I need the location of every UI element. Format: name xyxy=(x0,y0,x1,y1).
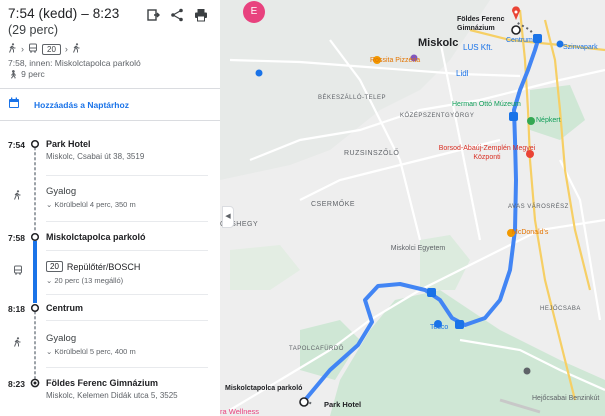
divider xyxy=(46,367,208,368)
map-label: Centrum xyxy=(506,37,533,44)
directions-panel: 7:54 (kedd) – 8:23 (29 perc) › 20 › 7:58… xyxy=(0,0,220,416)
map-label: KÖZÉPSZENTGYÖRGY xyxy=(400,113,475,119)
share-icon[interactable] xyxy=(170,8,184,22)
open-in-new-icon[interactable] xyxy=(146,8,160,22)
map-marker-e[interactable]: E xyxy=(243,1,265,23)
map-label: HEJŐCSABA xyxy=(540,306,581,312)
walk-icon xyxy=(13,334,23,347)
divider xyxy=(46,250,208,251)
step-time: 7:58 xyxy=(8,233,26,243)
map-label: Borsod-Abaúj-Zemplén Megyei Központi xyxy=(438,145,536,161)
bus-destination: Repülőtér/BOSCH xyxy=(66,261,141,272)
stop-circle xyxy=(30,232,40,242)
walk-summary-text: 9 perc xyxy=(21,69,45,79)
bus-icon xyxy=(13,262,23,275)
chevron-right-icon: › xyxy=(21,44,24,54)
map-label: Herman Ottó Múzeum xyxy=(452,101,521,108)
stop-address: Miskolc, Csabai út 38, 3519 xyxy=(46,152,145,161)
walk-detail-text: Körülbelül 5 perc, 400 m xyxy=(54,347,136,356)
walk-icon xyxy=(13,187,23,200)
map-label: Lidl xyxy=(456,69,469,78)
stop-name[interactable]: Miskolctapolca parkoló xyxy=(46,232,146,242)
map-label: Miskolctapolca parkoló xyxy=(225,385,303,392)
step-time: 8:23 xyxy=(8,379,26,389)
walk-detail-toggle[interactable]: ⌄ Körülbelül 5 perc, 400 m xyxy=(46,347,136,356)
calendar-icon xyxy=(8,96,20,114)
divider xyxy=(46,294,208,295)
chevron-down-icon: ⌄ xyxy=(46,276,53,285)
stop-name[interactable]: Földes Ferenc Gimnázium xyxy=(46,378,158,388)
map-label: ra Wellness xyxy=(220,407,260,416)
map-label: McDonald's xyxy=(512,229,549,236)
map-label: Tesco xyxy=(430,324,449,331)
walk-icon xyxy=(72,43,81,55)
step-time: 8:18 xyxy=(8,304,26,314)
divider xyxy=(0,88,220,89)
map-label: LUS Kft. xyxy=(463,43,493,52)
map-view[interactable]: LUS Kft. Lidl Rossita Pizzéria Miskolc F… xyxy=(220,0,605,416)
step-time: 7:54 xyxy=(8,140,26,150)
chevron-down-icon: ⌄ xyxy=(46,200,53,209)
map-label: Rossita Pizzéria xyxy=(370,57,421,64)
header-actions xyxy=(146,8,208,22)
chevron-down-icon: ⌄ xyxy=(46,347,53,356)
route-duration: (29 perc) xyxy=(8,23,59,37)
bus-line-badge: 20 xyxy=(42,43,61,55)
bus-line: 20 Repülőtér/BOSCH xyxy=(46,261,140,272)
walk-instruction: Gyalog xyxy=(46,333,77,344)
map-label: CSERMŐKE xyxy=(311,201,356,208)
bus-detail-toggle[interactable]: ⌄ 20 perc (13 megálló) xyxy=(46,276,123,285)
map-label: Miskolc xyxy=(418,37,459,49)
stop-name[interactable]: Centrum xyxy=(46,303,83,313)
map-label: RUZSINSZŐLŐ xyxy=(344,150,400,157)
bus-line-badge: 20 xyxy=(46,261,63,272)
map-label: Földes Ferenc Gimnázium xyxy=(457,16,505,32)
collapse-panel-button[interactable]: ◀ xyxy=(222,206,234,228)
add-to-calendar-label: Hozzáadás a Naptárhoz xyxy=(34,100,129,110)
map-label: Park Hotel xyxy=(324,400,362,409)
walk-summary: 🚶︎ 9 perc xyxy=(8,69,212,80)
divider xyxy=(46,221,208,222)
bus-icon xyxy=(28,43,38,55)
map-label: Népkert xyxy=(536,117,561,124)
map-label: Szinvapark xyxy=(563,44,598,51)
stop-circle xyxy=(30,303,40,313)
walk-detail-text: Körülbelül 4 perc, 350 m xyxy=(54,200,136,209)
add-to-calendar-button[interactable]: Hozzáadás a Naptárhoz xyxy=(8,96,129,114)
mode-summary: › 20 › xyxy=(8,43,212,55)
walk-detail-toggle[interactable]: ⌄ Körülbelül 4 perc, 350 m xyxy=(46,200,136,209)
walk-instruction: Gyalog xyxy=(46,186,77,197)
walk-icon: 🚶︎ xyxy=(8,69,19,79)
walk-icon xyxy=(8,43,17,55)
map-label: BÉKESZÁLLÓ-TELEP xyxy=(318,95,387,101)
stop-circle xyxy=(30,139,40,149)
map-label: Hejőcsabai Benzinkút xyxy=(532,395,600,402)
route-steps: 7:54 Park Hotel Miskolc, Csabai út 38, 3… xyxy=(0,120,220,416)
stop-address: Miskolc, Kelemen Didák utca 5, 3525 xyxy=(46,391,178,400)
bus-detail-text: 20 perc (13 megálló) xyxy=(54,276,124,285)
map-label: TAPOLCAFÜRDŐ xyxy=(289,346,344,352)
divider xyxy=(46,320,208,321)
map-label: AVAS VÁROSRÉSZ xyxy=(508,204,569,210)
start-info: 7:58, innen: Miskolctapolca parkoló xyxy=(8,58,141,68)
map-label: Miskolci Egyetem xyxy=(390,245,446,252)
stop-name[interactable]: Park Hotel xyxy=(46,139,91,149)
print-icon[interactable] xyxy=(194,8,208,22)
chevron-right-icon: › xyxy=(64,44,68,54)
divider xyxy=(46,175,208,176)
